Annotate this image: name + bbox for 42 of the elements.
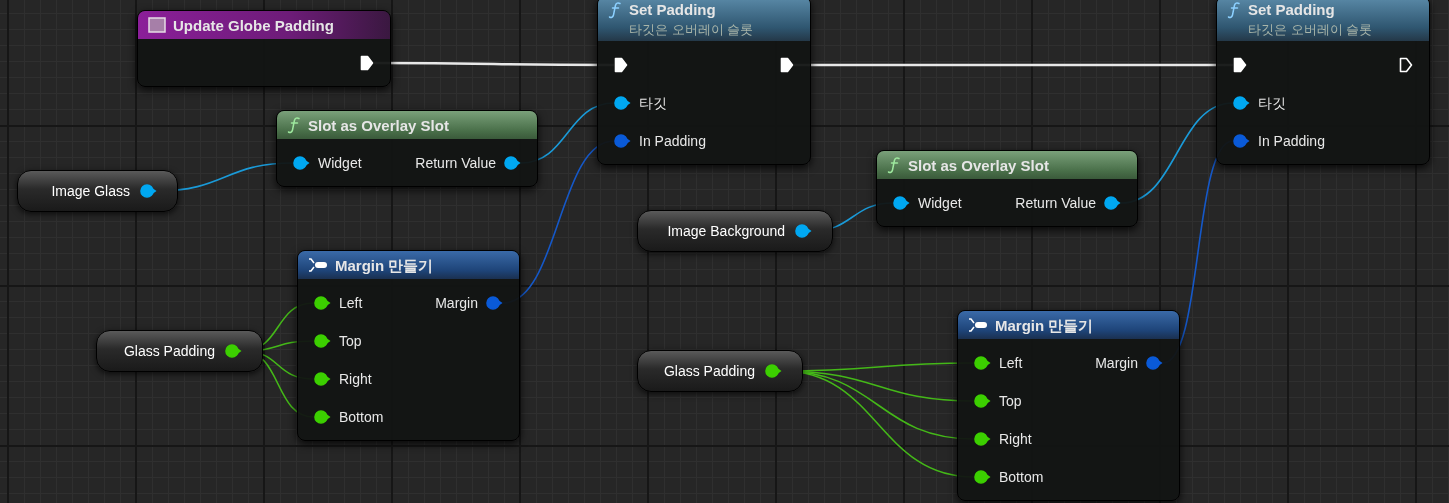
node-title: Set Padding (1248, 1, 1335, 18)
pin-label: Return Value (1015, 193, 1096, 213)
node-title: Update Globe Padding (173, 16, 334, 34)
pin-label: In Padding (639, 131, 706, 151)
pin-label: Bottom (339, 407, 384, 427)
pin-label: 타깃 (639, 93, 667, 113)
node-title: Margin 만들기 (335, 256, 434, 274)
pin-label: Left (339, 293, 363, 313)
node-title: Margin 만들기 (995, 316, 1094, 334)
pin-label: Top (999, 391, 1022, 411)
graph-node[interactable]: Set Padding 타깃은 오버레이 슬롯 타깃 In Padding (597, 0, 811, 165)
graph-node[interactable]: Margin 만들기 Left Margin Top Right Bottom (957, 310, 1180, 501)
pin-label: Margin (435, 293, 478, 313)
pin-label: Widget (918, 193, 962, 213)
graph-node[interactable]: Set Padding 타깃은 오버레이 슬롯 타깃 In Padding (1216, 0, 1430, 165)
variable-name: Glass Padding (123, 341, 215, 361)
pin-label: Return Value (415, 153, 496, 173)
graph-node[interactable]: Slot as Overlay Slot Widget Return Value (276, 110, 538, 187)
variable-name: Glass Padding (663, 361, 755, 381)
graph-node[interactable]: Update Globe Padding (137, 10, 391, 87)
variable-node[interactable]: Glass Padding (637, 350, 803, 392)
graph-node[interactable]: Slot as Overlay Slot Widget Return Value (876, 150, 1138, 227)
variable-node[interactable]: Image Background (637, 210, 833, 252)
variable-node[interactable]: Glass Padding (96, 330, 263, 372)
node-title: Slot as Overlay Slot (308, 116, 449, 134)
pin-label: Right (999, 429, 1032, 449)
node-subtitle: 타깃은 오버레이 슬롯 (1247, 20, 1374, 38)
pin-label: In Padding (1258, 131, 1325, 151)
node-title: Set Padding (629, 1, 716, 18)
variable-name: Image Background (667, 221, 785, 241)
variable-node[interactable]: Image Glass (17, 170, 178, 212)
graph-node[interactable]: Margin 만들기 Left Margin Top Right Bottom (297, 250, 520, 441)
variable-name: Image Glass (51, 181, 130, 201)
node-subtitle: 타깃은 오버레이 슬롯 (628, 20, 755, 38)
pin-label: Right (339, 369, 372, 389)
pin-label: Widget (318, 153, 362, 173)
pin-label: Left (999, 353, 1023, 373)
pin-label: Top (339, 331, 362, 351)
node-title: Slot as Overlay Slot (908, 156, 1049, 174)
pin-label: 타깃 (1258, 93, 1286, 113)
pin-label: Bottom (999, 467, 1044, 487)
pin-label: Margin (1095, 353, 1138, 373)
